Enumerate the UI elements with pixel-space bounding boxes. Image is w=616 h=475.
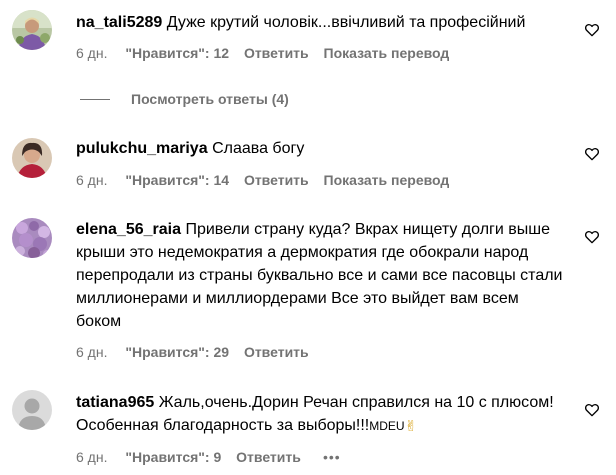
comment-meta: 6 дн. "Нравится": 9 Ответить <box>76 449 312 465</box>
view-replies-label: Посмотреть ответы (4) <box>131 91 289 107</box>
comment-content: Слаава богу <box>212 140 305 157</box>
heart-icon[interactable] <box>584 402 600 418</box>
reply-button[interactable]: Ответить <box>244 344 309 360</box>
comment-username[interactable]: pulukchu_mariya <box>76 140 208 157</box>
avatar[interactable] <box>12 10 52 50</box>
comment-username[interactable]: elena_56_raia <box>76 221 181 238</box>
likes-count[interactable]: "Нравится": 12 <box>125 45 229 61</box>
avatar[interactable] <box>12 218 52 258</box>
comment-text: elena_56_raia Привели страну куда? Вкрах… <box>76 218 566 333</box>
comment-text: pulukchu_mariya Слаава богу <box>76 137 566 160</box>
comment-meta: 6 дн. "Нравится": 14 Ответить Показать п… <box>76 172 460 188</box>
comment-age: 6 дн. <box>76 45 108 61</box>
translate-button[interactable]: Показать перевод <box>324 172 450 188</box>
comment-age: 6 дн. <box>76 172 108 188</box>
more-options-icon[interactable]: ••• <box>323 449 341 465</box>
victory-hand-emoji: ✌ <box>404 418 418 435</box>
comment-text-suffix: MDEU <box>369 419 405 433</box>
comment-meta: 6 дн. "Нравится": 12 Ответить Показать п… <box>76 45 460 61</box>
avatar-photo <box>12 10 52 50</box>
likes-count[interactable]: "Нравится": 9 <box>125 449 221 465</box>
heart-icon[interactable] <box>584 229 600 245</box>
comment-username[interactable]: na_tali5289 <box>76 14 162 31</box>
reply-button[interactable]: Ответить <box>244 172 309 188</box>
reply-button[interactable]: Ответить <box>236 449 301 465</box>
comment-text: na_tali5289 Дуже крутий чоловік...ввічли… <box>76 11 566 34</box>
default-avatar-icon <box>12 390 52 430</box>
heart-icon[interactable] <box>584 22 600 38</box>
comment-meta: 6 дн. "Нравится": 29 Ответить <box>76 344 320 360</box>
likes-count[interactable]: "Нравится": 14 <box>125 172 229 188</box>
view-replies-button[interactable]: Посмотреть ответы (4) <box>80 89 289 109</box>
reply-button[interactable]: Ответить <box>244 45 309 61</box>
comment-content: Дуже крутий чоловік...ввічливий та профе… <box>166 14 526 31</box>
comment-username[interactable]: tatiana965 <box>76 394 154 411</box>
avatar[interactable] <box>12 390 52 430</box>
comment-age: 6 дн. <box>76 449 108 465</box>
comment-text: tatiana965 Жаль,очень.Дорин Речан справи… <box>76 391 566 438</box>
translate-button[interactable]: Показать перевод <box>324 45 450 61</box>
likes-count[interactable]: "Нравится": 29 <box>125 344 229 360</box>
avatar-photo <box>12 218 52 258</box>
avatar-photo <box>12 138 52 178</box>
avatar[interactable] <box>12 138 52 178</box>
comment-age: 6 дн. <box>76 344 108 360</box>
heart-icon[interactable] <box>584 146 600 162</box>
replies-divider <box>80 98 110 100</box>
